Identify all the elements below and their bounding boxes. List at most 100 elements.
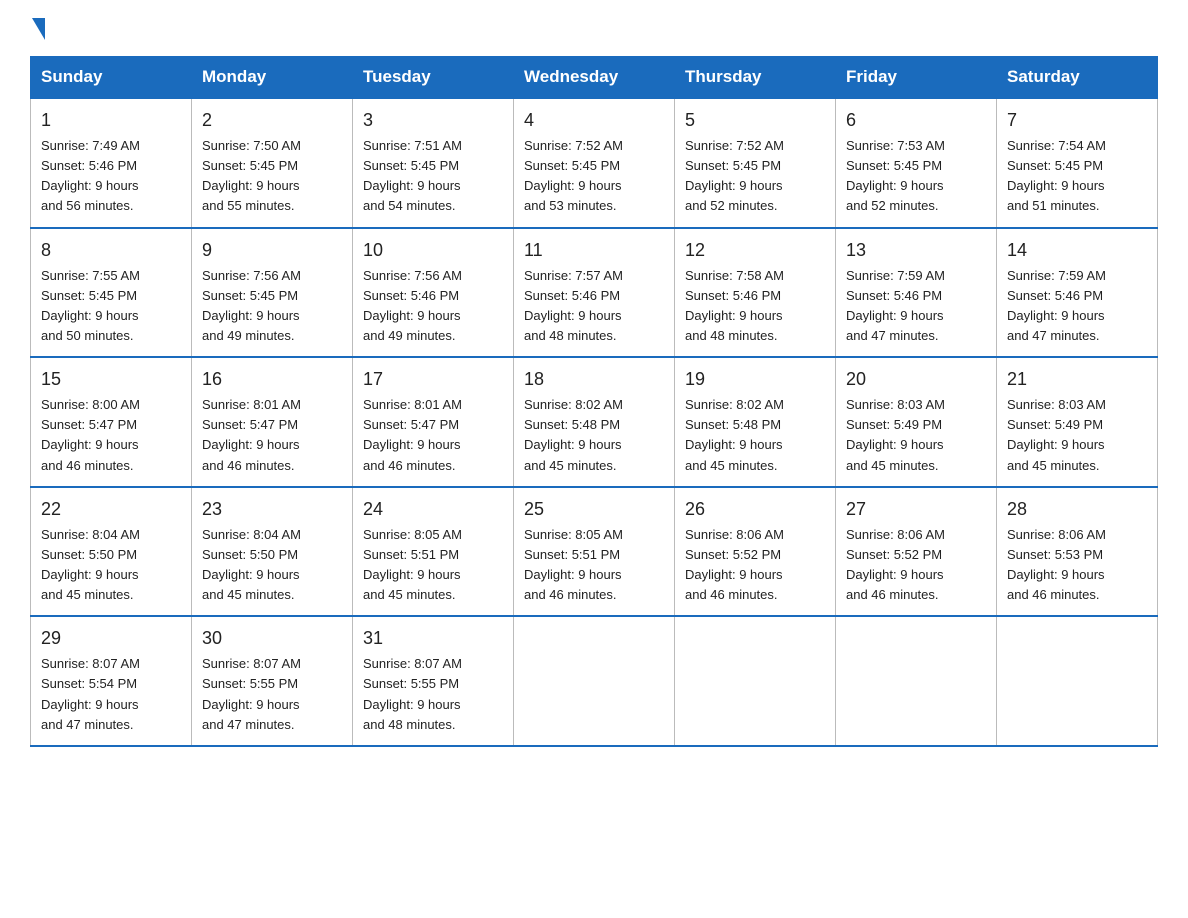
- day-info: Sunrise: 7:59 AMSunset: 5:46 PMDaylight:…: [1007, 268, 1106, 343]
- day-info: Sunrise: 7:52 AMSunset: 5:45 PMDaylight:…: [524, 138, 623, 213]
- day-number: 4: [524, 107, 664, 134]
- day-number: 6: [846, 107, 986, 134]
- day-number: 14: [1007, 237, 1147, 264]
- day-number: 25: [524, 496, 664, 523]
- day-number: 1: [41, 107, 181, 134]
- calendar-week-row: 8 Sunrise: 7:55 AMSunset: 5:45 PMDayligh…: [31, 228, 1158, 358]
- calendar-day-cell: 7 Sunrise: 7:54 AMSunset: 5:45 PMDayligh…: [997, 98, 1158, 228]
- day-number: 15: [41, 366, 181, 393]
- day-info: Sunrise: 8:02 AMSunset: 5:48 PMDaylight:…: [524, 397, 623, 472]
- day-info: Sunrise: 8:06 AMSunset: 5:52 PMDaylight:…: [685, 527, 784, 602]
- day-info: Sunrise: 8:01 AMSunset: 5:47 PMDaylight:…: [363, 397, 462, 472]
- day-number: 12: [685, 237, 825, 264]
- page-header: [30, 20, 1158, 38]
- calendar-day-cell: 30 Sunrise: 8:07 AMSunset: 5:55 PMDaylig…: [192, 616, 353, 746]
- calendar-day-cell: 26 Sunrise: 8:06 AMSunset: 5:52 PMDaylig…: [675, 487, 836, 617]
- calendar-day-cell: 28 Sunrise: 8:06 AMSunset: 5:53 PMDaylig…: [997, 487, 1158, 617]
- day-info: Sunrise: 8:07 AMSunset: 5:55 PMDaylight:…: [363, 656, 462, 731]
- day-number: 20: [846, 366, 986, 393]
- calendar-day-cell: [514, 616, 675, 746]
- calendar-day-cell: 1 Sunrise: 7:49 AMSunset: 5:46 PMDayligh…: [31, 98, 192, 228]
- calendar-day-cell: 12 Sunrise: 7:58 AMSunset: 5:46 PMDaylig…: [675, 228, 836, 358]
- day-info: Sunrise: 7:56 AMSunset: 5:45 PMDaylight:…: [202, 268, 301, 343]
- calendar-day-cell: 16 Sunrise: 8:01 AMSunset: 5:47 PMDaylig…: [192, 357, 353, 487]
- day-info: Sunrise: 8:05 AMSunset: 5:51 PMDaylight:…: [363, 527, 462, 602]
- day-info: Sunrise: 8:03 AMSunset: 5:49 PMDaylight:…: [1007, 397, 1106, 472]
- day-info: Sunrise: 8:04 AMSunset: 5:50 PMDaylight:…: [41, 527, 140, 602]
- weekday-header: Monday: [192, 57, 353, 99]
- day-number: 19: [685, 366, 825, 393]
- day-info: Sunrise: 7:52 AMSunset: 5:45 PMDaylight:…: [685, 138, 784, 213]
- day-info: Sunrise: 7:51 AMSunset: 5:45 PMDaylight:…: [363, 138, 462, 213]
- day-info: Sunrise: 8:02 AMSunset: 5:48 PMDaylight:…: [685, 397, 784, 472]
- calendar-day-cell: 13 Sunrise: 7:59 AMSunset: 5:46 PMDaylig…: [836, 228, 997, 358]
- day-info: Sunrise: 8:05 AMSunset: 5:51 PMDaylight:…: [524, 527, 623, 602]
- day-number: 16: [202, 366, 342, 393]
- day-number: 13: [846, 237, 986, 264]
- day-info: Sunrise: 8:07 AMSunset: 5:54 PMDaylight:…: [41, 656, 140, 731]
- day-info: Sunrise: 7:53 AMSunset: 5:45 PMDaylight:…: [846, 138, 945, 213]
- calendar-day-cell: 5 Sunrise: 7:52 AMSunset: 5:45 PMDayligh…: [675, 98, 836, 228]
- day-info: Sunrise: 7:49 AMSunset: 5:46 PMDaylight:…: [41, 138, 140, 213]
- day-number: 8: [41, 237, 181, 264]
- calendar-day-cell: [997, 616, 1158, 746]
- calendar-header-row: SundayMondayTuesdayWednesdayThursdayFrid…: [31, 57, 1158, 99]
- day-number: 22: [41, 496, 181, 523]
- day-number: 29: [41, 625, 181, 652]
- day-info: Sunrise: 8:06 AMSunset: 5:52 PMDaylight:…: [846, 527, 945, 602]
- day-number: 18: [524, 366, 664, 393]
- day-info: Sunrise: 7:58 AMSunset: 5:46 PMDaylight:…: [685, 268, 784, 343]
- day-number: 23: [202, 496, 342, 523]
- calendar-day-cell: [836, 616, 997, 746]
- calendar-week-row: 29 Sunrise: 8:07 AMSunset: 5:54 PMDaylig…: [31, 616, 1158, 746]
- day-number: 26: [685, 496, 825, 523]
- day-info: Sunrise: 8:03 AMSunset: 5:49 PMDaylight:…: [846, 397, 945, 472]
- day-number: 10: [363, 237, 503, 264]
- calendar-day-cell: 21 Sunrise: 8:03 AMSunset: 5:49 PMDaylig…: [997, 357, 1158, 487]
- calendar-table: SundayMondayTuesdayWednesdayThursdayFrid…: [30, 56, 1158, 747]
- weekday-header: Tuesday: [353, 57, 514, 99]
- calendar-week-row: 22 Sunrise: 8:04 AMSunset: 5:50 PMDaylig…: [31, 487, 1158, 617]
- weekday-header: Sunday: [31, 57, 192, 99]
- day-info: Sunrise: 7:54 AMSunset: 5:45 PMDaylight:…: [1007, 138, 1106, 213]
- day-info: Sunrise: 8:01 AMSunset: 5:47 PMDaylight:…: [202, 397, 301, 472]
- calendar-day-cell: 14 Sunrise: 7:59 AMSunset: 5:46 PMDaylig…: [997, 228, 1158, 358]
- calendar-day-cell: 23 Sunrise: 8:04 AMSunset: 5:50 PMDaylig…: [192, 487, 353, 617]
- calendar-day-cell: 20 Sunrise: 8:03 AMSunset: 5:49 PMDaylig…: [836, 357, 997, 487]
- day-info: Sunrise: 7:59 AMSunset: 5:46 PMDaylight:…: [846, 268, 945, 343]
- calendar-day-cell: 4 Sunrise: 7:52 AMSunset: 5:45 PMDayligh…: [514, 98, 675, 228]
- logo: [30, 20, 45, 38]
- day-number: 5: [685, 107, 825, 134]
- weekday-header: Thursday: [675, 57, 836, 99]
- day-info: Sunrise: 8:07 AMSunset: 5:55 PMDaylight:…: [202, 656, 301, 731]
- day-info: Sunrise: 7:55 AMSunset: 5:45 PMDaylight:…: [41, 268, 140, 343]
- calendar-day-cell: 31 Sunrise: 8:07 AMSunset: 5:55 PMDaylig…: [353, 616, 514, 746]
- calendar-day-cell: 17 Sunrise: 8:01 AMSunset: 5:47 PMDaylig…: [353, 357, 514, 487]
- day-info: Sunrise: 7:57 AMSunset: 5:46 PMDaylight:…: [524, 268, 623, 343]
- day-number: 7: [1007, 107, 1147, 134]
- calendar-day-cell: 25 Sunrise: 8:05 AMSunset: 5:51 PMDaylig…: [514, 487, 675, 617]
- day-info: Sunrise: 8:04 AMSunset: 5:50 PMDaylight:…: [202, 527, 301, 602]
- calendar-day-cell: 8 Sunrise: 7:55 AMSunset: 5:45 PMDayligh…: [31, 228, 192, 358]
- day-number: 9: [202, 237, 342, 264]
- calendar-day-cell: 2 Sunrise: 7:50 AMSunset: 5:45 PMDayligh…: [192, 98, 353, 228]
- calendar-day-cell: 22 Sunrise: 8:04 AMSunset: 5:50 PMDaylig…: [31, 487, 192, 617]
- calendar-day-cell: 18 Sunrise: 8:02 AMSunset: 5:48 PMDaylig…: [514, 357, 675, 487]
- weekday-header: Wednesday: [514, 57, 675, 99]
- logo-triangle-icon: [32, 18, 45, 40]
- day-number: 27: [846, 496, 986, 523]
- calendar-week-row: 1 Sunrise: 7:49 AMSunset: 5:46 PMDayligh…: [31, 98, 1158, 228]
- day-number: 3: [363, 107, 503, 134]
- calendar-day-cell: 29 Sunrise: 8:07 AMSunset: 5:54 PMDaylig…: [31, 616, 192, 746]
- calendar-day-cell: 11 Sunrise: 7:57 AMSunset: 5:46 PMDaylig…: [514, 228, 675, 358]
- day-info: Sunrise: 7:56 AMSunset: 5:46 PMDaylight:…: [363, 268, 462, 343]
- day-number: 31: [363, 625, 503, 652]
- day-number: 11: [524, 237, 664, 264]
- calendar-day-cell: 3 Sunrise: 7:51 AMSunset: 5:45 PMDayligh…: [353, 98, 514, 228]
- day-info: Sunrise: 8:06 AMSunset: 5:53 PMDaylight:…: [1007, 527, 1106, 602]
- calendar-day-cell: 10 Sunrise: 7:56 AMSunset: 5:46 PMDaylig…: [353, 228, 514, 358]
- day-number: 2: [202, 107, 342, 134]
- calendar-day-cell: 6 Sunrise: 7:53 AMSunset: 5:45 PMDayligh…: [836, 98, 997, 228]
- calendar-day-cell: 15 Sunrise: 8:00 AMSunset: 5:47 PMDaylig…: [31, 357, 192, 487]
- calendar-day-cell: [675, 616, 836, 746]
